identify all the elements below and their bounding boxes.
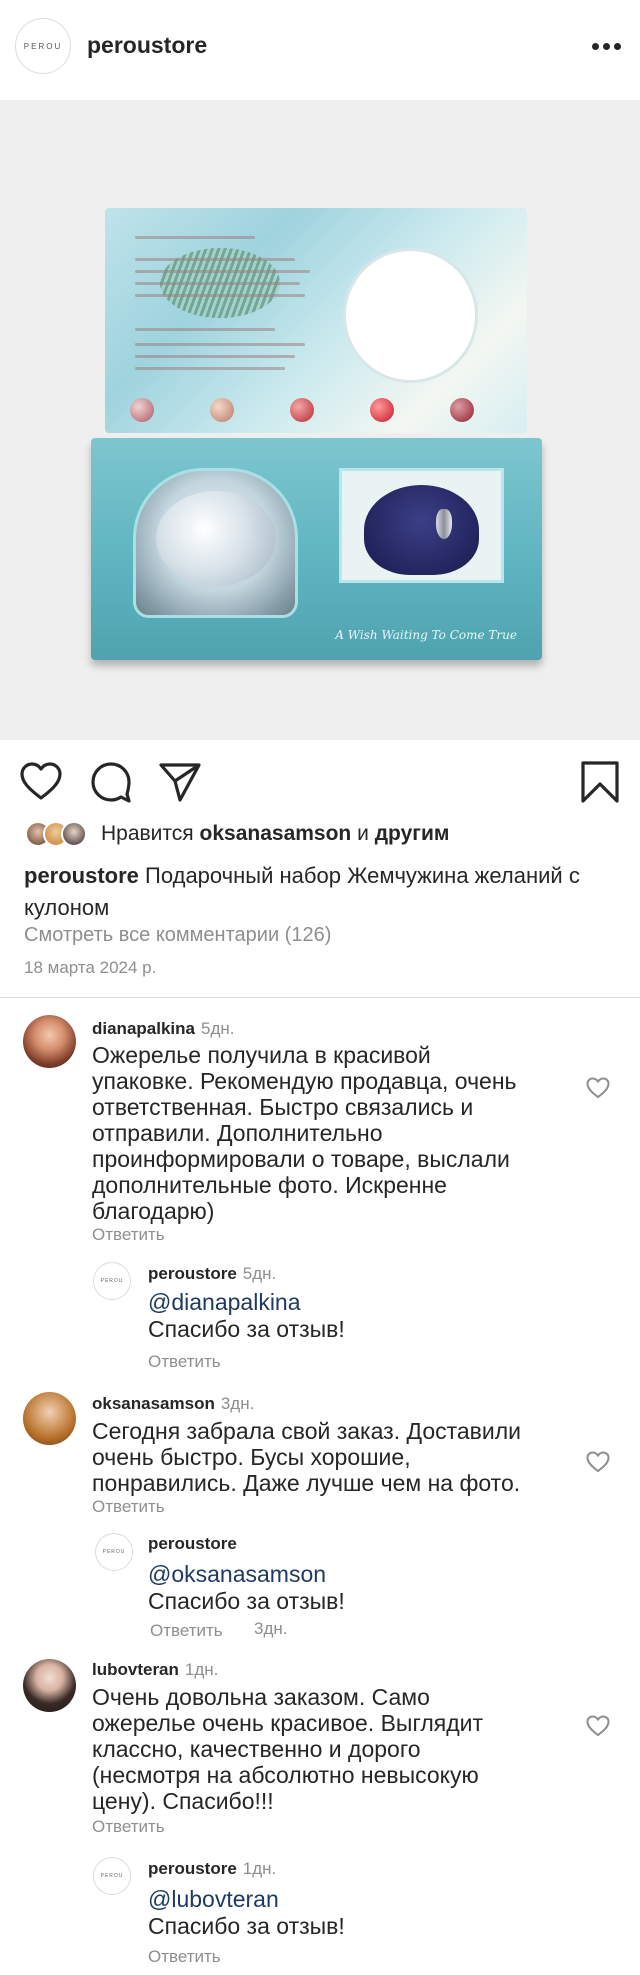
likes-others[interactable]: другим	[375, 822, 450, 846]
divider	[0, 997, 640, 998]
reply-time: 5дн.	[242, 1264, 277, 1283]
reply-button[interactable]: Ответить	[92, 1497, 165, 1517]
reply-text: Спасибо за отзыв!	[148, 1588, 345, 1614]
avatar[interactable]: PEROU	[95, 1533, 133, 1571]
comment-username[interactable]: lubovteran 1дн.	[92, 1660, 218, 1680]
heart-icon[interactable]	[586, 1714, 610, 1738]
store-username[interactable]: peroustore	[87, 32, 207, 59]
comment-username[interactable]: dianapalkina 5дн.	[92, 1019, 234, 1039]
reply-button[interactable]: Ответить	[92, 1225, 165, 1245]
reply-button[interactable]: Ответить	[92, 1817, 165, 1837]
paper-plane-icon[interactable]	[158, 760, 202, 804]
lid-window	[343, 248, 478, 383]
gift-box-tray: A Wish Waiting To Come True	[91, 438, 542, 660]
pendant-cage	[436, 509, 452, 539]
comment-text: Очень довольна заказом. Само ожерелье оче…	[92, 1684, 483, 1814]
heart-icon[interactable]	[19, 760, 63, 804]
reply-username[interactable]: peroustore 5дн.	[148, 1264, 276, 1284]
comment-bubble-icon[interactable]	[89, 760, 133, 804]
pendant-frame	[339, 468, 504, 583]
reply-time: 3дн.	[254, 1619, 288, 1638]
liker-avatars	[25, 819, 93, 849]
post-date: 18 марта 2024 р.	[24, 958, 157, 977]
reply-button[interactable]: Ответить	[148, 1352, 221, 1372]
likes-prefix: Нравится	[101, 822, 194, 845]
reply-username[interactable]: peroustore 1дн.	[148, 1859, 276, 1879]
avatar-logo-text: PEROU	[23, 41, 63, 51]
post-header: PEROU peroustore	[0, 0, 640, 92]
post-caption: peroustore Подарочный набор Жемчужина же…	[24, 860, 604, 924]
mention-link[interactable]: @lubovteran	[148, 1886, 279, 1913]
comment-text: Ожерелье получила в красивой упаковке. Ре…	[92, 1042, 517, 1224]
avatar[interactable]	[23, 1392, 76, 1445]
comment-time: 1дн.	[184, 1660, 219, 1679]
likes-summary[interactable]: Нравится oksanasamson и другим	[25, 818, 449, 850]
mention-link[interactable]: @dianapalkina	[148, 1289, 301, 1316]
likes-user[interactable]: oksanasamson	[200, 822, 352, 846]
caption-username[interactable]: peroustore	[24, 863, 139, 888]
reply-text: Спасибо за отзыв!	[148, 1913, 345, 1939]
avatar[interactable]	[23, 1659, 76, 1712]
comment-time: 5дн.	[200, 1019, 235, 1038]
heart-icon[interactable]	[586, 1450, 610, 1474]
reply-text: Спасибо за отзыв!	[148, 1316, 345, 1342]
avatar[interactable]: PEROU	[93, 1262, 131, 1300]
more-dots-icon[interactable]	[592, 40, 624, 52]
likes-joiner: и	[357, 822, 369, 845]
reply-time: 1дн.	[242, 1859, 277, 1878]
store-avatar[interactable]: PEROU	[15, 18, 71, 74]
reply-button[interactable]: Ответить	[148, 1947, 221, 1967]
view-all-comments-link[interactable]: Смотреть все комментарии (126)	[24, 924, 331, 947]
comment-text: Сегодня забрала свой заказ. Доставили оче…	[92, 1418, 522, 1496]
post-photo[interactable]: A Wish Waiting To Come True	[0, 100, 640, 740]
mention-link[interactable]: @oksanasamson	[148, 1561, 326, 1588]
heart-icon[interactable]	[586, 1076, 610, 1100]
bookmark-icon[interactable]	[578, 760, 622, 804]
comment-username[interactable]: oksanasamson 3дн.	[92, 1394, 254, 1414]
avatar	[61, 821, 87, 847]
box-slogan: A Wish Waiting To Come True	[335, 628, 517, 642]
avatar[interactable]	[23, 1015, 76, 1068]
avatar[interactable]: PEROU	[93, 1857, 131, 1895]
comment-time: 3дн.	[220, 1394, 255, 1413]
reply-username[interactable]: peroustore	[148, 1534, 237, 1554]
reply-button[interactable]: Ответить	[150, 1621, 223, 1641]
pearl-tin	[133, 468, 298, 618]
gift-box-lid	[105, 208, 527, 433]
post-actions	[0, 750, 640, 810]
